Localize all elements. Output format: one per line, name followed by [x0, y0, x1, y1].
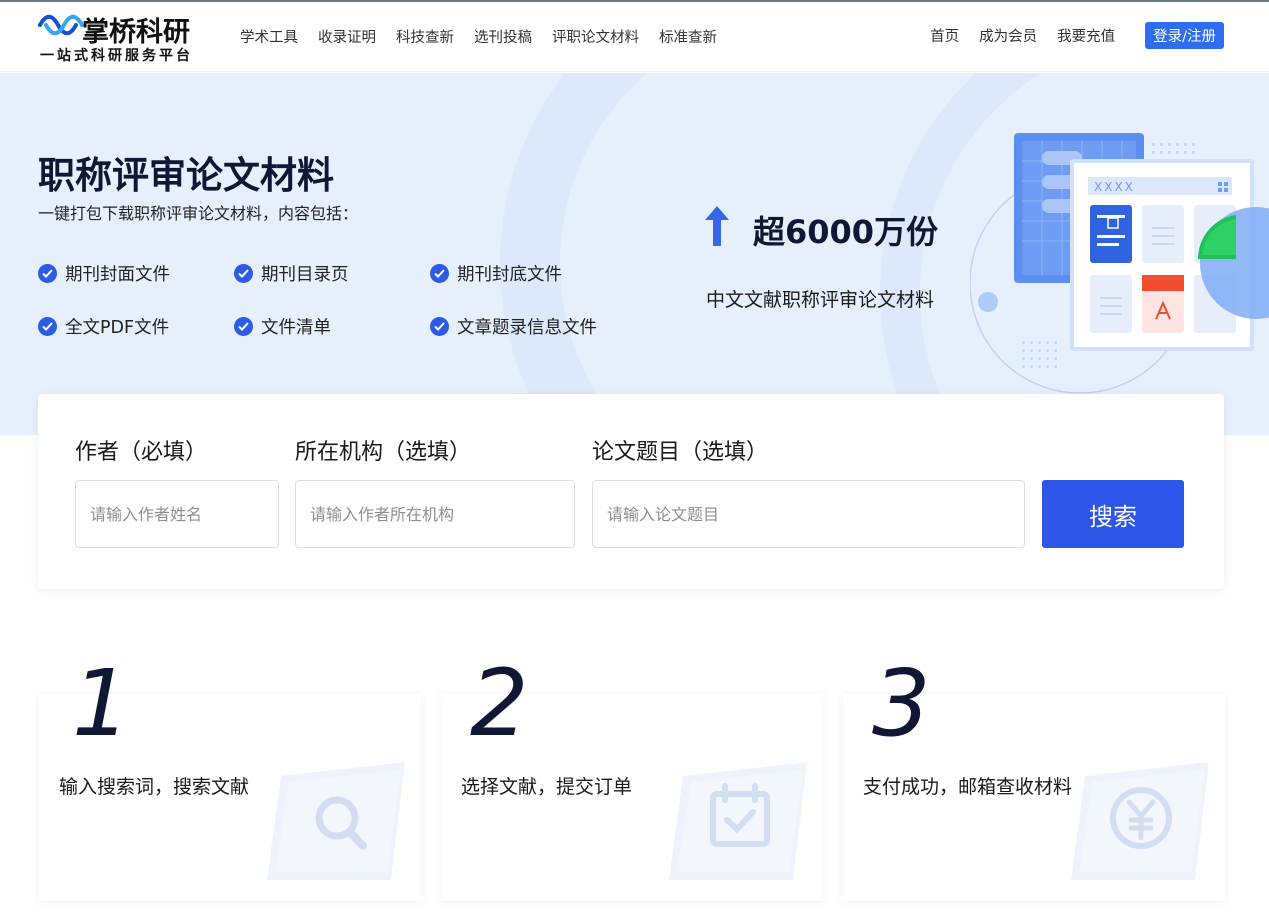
nav-item-membership[interactable]: 成为会员 [979, 25, 1037, 46]
nav-item-recharge[interactable]: 我要充值 [1057, 25, 1115, 46]
nav-item-title-materials[interactable]: 评职论文材料 [552, 26, 639, 47]
feature-label: 期刊封面文件 [65, 265, 170, 285]
search-form-card: 作者（必填） 所在机构（选填） 论文题目（选填） 搜索 [38, 394, 1224, 589]
check-circle-icon [430, 317, 449, 336]
search-icon [267, 762, 405, 880]
arrow-up-icon [705, 206, 729, 246]
paper-title-label: 论文题目（选填） [592, 440, 769, 465]
login-register-button[interactable]: 登录/注册 [1145, 22, 1224, 49]
feature-label: 期刊目录页 [261, 265, 349, 285]
author-label: 作者（必填） [75, 440, 208, 465]
brand-tagline: 一站式科研服务平台 [40, 48, 193, 64]
yuan-icon [1071, 762, 1209, 880]
wave-logo-icon [38, 14, 84, 36]
feature-label: 文件清单 [261, 318, 331, 338]
author-input[interactable] [75, 480, 279, 548]
main-nav: 学术工具 收录证明 科技查新 选刊投稿 评职论文材料 标准查新 [240, 26, 717, 47]
header-right-nav: 首页 成为会员 我要充值 登录/注册 [930, 22, 1224, 49]
nav-item-inclusion-certificate[interactable]: 收录证明 [318, 26, 376, 47]
feature-label: 期刊封底文件 [457, 265, 562, 285]
hero-description: 一键打包下载职称评审论文材料，内容包括： [38, 204, 359, 223]
page-title: 职称评审论文材料 [38, 154, 334, 197]
nav-item-novelty-search[interactable]: 科技查新 [396, 26, 454, 47]
feature-item: 期刊目录页 [234, 261, 349, 286]
step-text: 支付成功，邮箱查收材料 [863, 776, 1073, 798]
check-circle-icon [234, 317, 253, 336]
search-button[interactable]: 搜索 [1042, 480, 1184, 548]
step-number: 2 [470, 650, 529, 757]
feature-label: 全文PDF文件 [65, 318, 170, 338]
logo[interactable]: 掌桥科研 一站式科研服务平台 [38, 8, 208, 66]
nav-item-academic-tools[interactable]: 学术工具 [240, 26, 298, 47]
step-number: 3 [872, 650, 931, 757]
nav-item-journal-submission[interactable]: 选刊投稿 [474, 26, 532, 47]
brand-name: 掌桥科研 [82, 17, 190, 48]
check-circle-icon [38, 264, 57, 283]
check-circle-icon [234, 264, 253, 283]
feature-item: 文章题录信息文件 [430, 314, 597, 339]
documents-illustration-icon: XXXX [970, 133, 1269, 394]
organization-input[interactable] [295, 480, 575, 548]
feature-item: 文件清单 [234, 314, 331, 339]
stat-value: 超6000万份 [753, 213, 939, 251]
feature-item: 期刊封底文件 [430, 261, 562, 286]
stat-description: 中文文献职称评审论文材料 [706, 289, 935, 311]
step-text: 选择文献，提交订单 [461, 776, 633, 798]
step-number: 1 [72, 650, 131, 757]
feature-label: 文章题录信息文件 [457, 318, 597, 338]
calendar-check-icon [669, 762, 807, 880]
organization-label: 所在机构（选填） [295, 440, 472, 465]
check-circle-icon [430, 264, 449, 283]
paper-title-input[interactable] [592, 480, 1025, 548]
site-header: 掌桥科研 一站式科研服务平台 学术工具 收录证明 科技查新 选刊投稿 评职论文材… [0, 2, 1269, 72]
feature-item: 期刊封面文件 [38, 261, 170, 286]
check-circle-icon [38, 317, 57, 336]
hero-banner: 职称评审论文材料 一键打包下载职称评审论文材料，内容包括： 期刊封面文件 期刊目… [0, 73, 1269, 435]
nav-item-home[interactable]: 首页 [930, 25, 959, 46]
feature-item: 全文PDF文件 [38, 314, 169, 339]
nav-item-standard-search[interactable]: 标准查新 [659, 26, 717, 47]
illustration-label: XXXX [1094, 180, 1135, 194]
step-text: 输入搜索词，搜索文献 [59, 776, 250, 798]
